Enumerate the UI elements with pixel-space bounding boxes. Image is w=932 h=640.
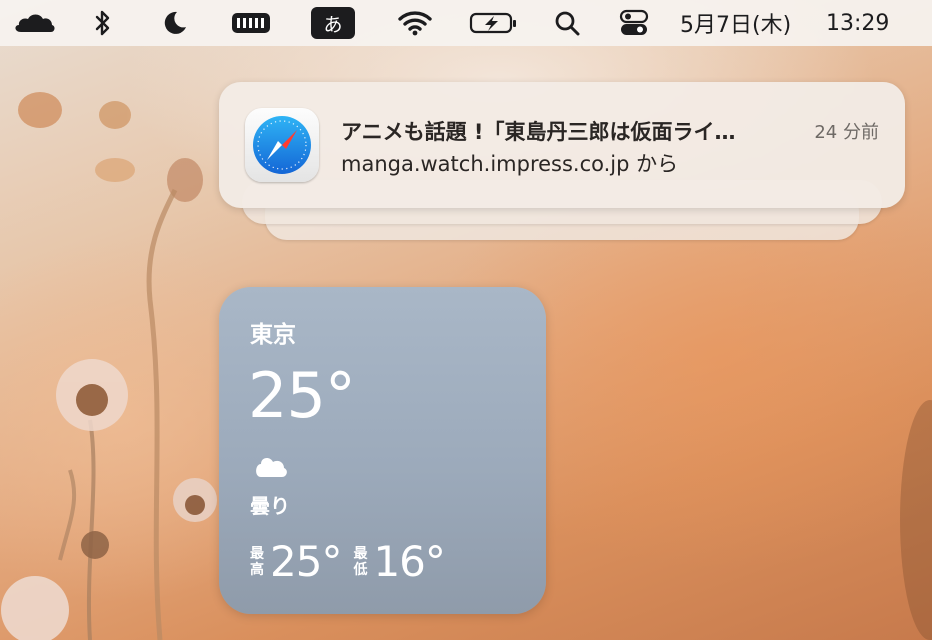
bluetooth-icon[interactable]	[90, 0, 116, 46]
high-label: 最 高	[250, 546, 264, 578]
weather-widget[interactable]: 東京 25° 曇り 最 高 25° 最 低 16°	[219, 287, 546, 614]
high-label-bottom: 高	[250, 561, 264, 578]
low-temperature: 16°	[373, 537, 445, 586]
focus-moon-icon[interactable]	[160, 0, 190, 46]
date-label: 5月7日(木)	[680, 13, 792, 38]
weather-condition: 曇り	[250, 494, 290, 518]
control-center-icon[interactable]	[618, 0, 650, 46]
low-label-bottom: 低	[353, 561, 368, 578]
menubar-date[interactable]: 5月7日(木)	[680, 0, 812, 46]
menu-bar: あ 5月7日(木) 13:29	[0, 0, 932, 46]
spotlight-search-icon[interactable]	[552, 0, 582, 46]
input-method-label: あ	[311, 7, 355, 39]
high-temperature: 25°	[270, 537, 342, 586]
safari-icon	[245, 108, 319, 182]
low-label-top: 最	[353, 545, 368, 562]
notification-title: アニメも話題 !「東島丹三郎は仮面ライ…	[341, 120, 736, 144]
cloud-icon	[252, 453, 290, 483]
high-label-top: 最	[250, 545, 264, 562]
weather-city: 東京	[250, 322, 296, 348]
input-method-icon[interactable]: あ	[310, 0, 356, 46]
weather-high-low: 最 高 25° 最 低 16°	[250, 537, 457, 586]
battery-charging-icon[interactable]	[468, 0, 520, 46]
battery-cells-icon[interactable]	[230, 0, 272, 46]
notification-card[interactable]: アニメも話題 !「東島丹三郎は仮面ライ… 24 分前 manga.watch.i…	[219, 82, 905, 208]
low-label: 最 低	[353, 546, 367, 578]
menubar-clock[interactable]: 13:29	[826, 0, 908, 46]
cloudflare-icon[interactable]	[10, 0, 58, 46]
weather-temperature: 25°	[248, 359, 356, 432]
time-label: 13:29	[826, 10, 890, 36]
notification-time: 24 分前	[814, 122, 879, 143]
wifi-icon[interactable]	[395, 0, 435, 46]
notification-body: manga.watch.impress.co.jp から	[341, 152, 679, 176]
